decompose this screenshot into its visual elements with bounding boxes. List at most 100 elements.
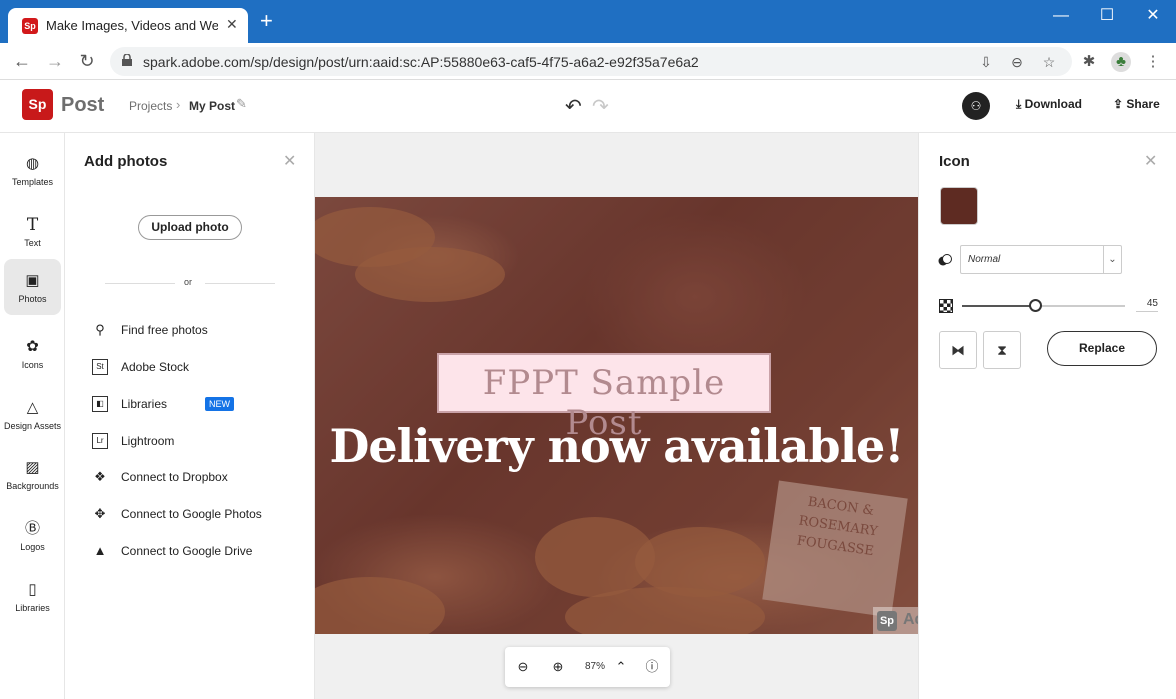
rail-label: Logos (20, 542, 45, 552)
breadcrumb-separator: › (176, 97, 181, 112)
url-text: spark.adobe.com/sp/design/post/urn:aaid:… (143, 54, 699, 70)
opacity-value[interactable]: 45 (1136, 298, 1158, 312)
flip-vertical-button[interactable]: ⧗ (983, 331, 1021, 369)
rail-item-templates[interactable]: ◍ Templates (4, 145, 61, 201)
chevron-up-icon[interactable]: ⌃ (612, 658, 630, 676)
share-icon: ⇪ (1113, 97, 1127, 111)
rail-item-backgrounds[interactable]: ▨ Backgrounds (4, 449, 61, 505)
rail-item-icons[interactable]: ✿ Icons (4, 328, 61, 384)
headline-text[interactable]: Delivery now available! (315, 419, 918, 473)
zoom-in-icon[interactable]: ⊕ (549, 658, 567, 676)
rail-label: Icons (21, 360, 44, 370)
new-tab-icon[interactable]: + (260, 10, 273, 32)
rail-item-design-assets[interactable]: △ Design Assets (4, 389, 61, 445)
zoom-toolbar: ⊖ ⊕ 87% ⌃ ⓘ (505, 647, 670, 687)
backgrounds-icon: ▨ (25, 459, 40, 476)
spark-logo[interactable]: Sp (22, 89, 53, 120)
address-bar[interactable]: spark.adobe.com/sp/design/post/urn:aaid:… (110, 47, 1072, 76)
rail-item-logos[interactable]: Ⓑ Logos (4, 510, 61, 566)
source-lightroom[interactable]: Lr Lightroom (92, 431, 292, 451)
app-name: Post (61, 94, 105, 116)
flip-horizontal-button[interactable]: ⧓ (939, 331, 977, 369)
extensions-icon[interactable]: ✱ (1079, 52, 1099, 72)
add-photos-panel: Add photos ✕ Upload photo or ⚲ Find free… (65, 133, 315, 699)
text-icon: T (26, 215, 39, 235)
rail-item-libraries[interactable]: ▯ Libraries (4, 571, 61, 627)
source-google-photos[interactable]: ✥ Connect to Google Photos (92, 504, 292, 524)
browser-tab[interactable]: Sp Make Images, Videos and Web St ✕ (8, 8, 248, 43)
rail-label: Backgrounds (6, 481, 59, 491)
breadcrumb-current[interactable]: My Post (189, 99, 235, 113)
rail-item-photos[interactable]: ▣ Photos (4, 259, 61, 315)
browser-toolbar: ← → ↻ spark.adobe.com/sp/design/post/urn… (0, 43, 1176, 80)
icon-properties-panel: Icon ✕ Normal ⌄ 45 ⧓ ⧗ Replace (918, 133, 1176, 699)
minimize-icon[interactable]: — (1038, 4, 1084, 28)
info-icon[interactable]: ⓘ (643, 658, 661, 676)
download-label: Download (1024, 97, 1082, 111)
source-dropbox[interactable]: ❖ Connect to Dropbox (92, 467, 292, 487)
blend-mode-icon (938, 254, 952, 266)
watermark-logo: Sp (877, 611, 897, 631)
panel-close-icon[interactable]: ✕ (1144, 151, 1157, 171)
blend-mode-select[interactable]: Normal ⌄ (960, 245, 1122, 274)
download-button[interactable]: ⤓ Download (1016, 97, 1082, 112)
rename-pencil-icon[interactable]: ✎ (236, 96, 247, 112)
chevron-down-icon: ⌄ (1103, 246, 1121, 273)
google-drive-icon: ▲ (93, 543, 107, 558)
forward-icon[interactable]: → (44, 50, 66, 72)
menu-icon[interactable]: ⋮ (1143, 52, 1163, 72)
panel-title: Add photos (84, 153, 168, 170)
back-icon[interactable]: ← (11, 50, 33, 72)
adobe-stock-icon: St (92, 359, 108, 375)
zoom-value[interactable]: 87% (585, 661, 605, 672)
window-close-icon[interactable]: ✕ (1130, 4, 1176, 28)
flip-horizontal-icon: ⧓ (951, 342, 965, 358)
opacity-slider-thumb[interactable] (1029, 299, 1043, 312)
color-swatch[interactable] (940, 187, 978, 225)
install-icon[interactable]: ⇩ (976, 52, 996, 72)
tab-close-icon[interactable]: ✕ (226, 16, 238, 33)
photos-icon: ▣ (25, 272, 40, 289)
rail-label: Templates (11, 177, 54, 187)
title-text-box[interactable]: FPPT Sample Post (437, 353, 771, 443)
source-find-free-photos[interactable]: ⚲ Find free photos (92, 320, 292, 340)
source-libraries[interactable]: ◧ Libraries NEW (92, 394, 292, 414)
undo-icon[interactable]: ↶ (565, 94, 582, 119)
post-artboard[interactable]: BACON & ROSEMARY FOUGASSE FPPT Sample Po… (315, 197, 918, 634)
download-icon: ⤓ (1016, 97, 1025, 111)
source-label: Adobe Stock (121, 360, 190, 374)
share-button[interactable]: ⇪ Share (1113, 97, 1160, 111)
lightroom-icon: Lr (92, 433, 108, 449)
redo-icon[interactable]: ↷ (592, 94, 609, 119)
maximize-icon[interactable]: ☐ (1084, 4, 1130, 28)
panel-title: Icon (939, 153, 970, 170)
profile-icon[interactable]: ♣ (1111, 52, 1131, 72)
share-label: Share (1126, 97, 1160, 111)
star-icon[interactable]: ☆ (1039, 52, 1059, 72)
rail-label: Photos (18, 294, 47, 304)
spark-watermark: Sp Ad (873, 607, 918, 634)
source-label: Find free photos (121, 323, 208, 337)
panel-close-icon[interactable]: ✕ (283, 151, 296, 171)
zoom-out-icon[interactable]: ⊖ (1007, 52, 1027, 72)
rail-item-text[interactable]: T Text (4, 206, 61, 262)
replace-button[interactable]: Replace (1047, 331, 1157, 366)
rail-label: Text (24, 238, 41, 248)
flip-vertical-icon: ⧗ (997, 342, 1007, 358)
source-adobe-stock[interactable]: St Adobe Stock (92, 357, 292, 377)
tab-title: Make Images, Videos and Web St (46, 18, 218, 33)
zoom-out-icon[interactable]: ⊖ (514, 658, 532, 676)
libraries-icon: ◧ (92, 396, 108, 412)
source-google-drive[interactable]: ▲ Connect to Google Drive (92, 541, 292, 561)
invite-user-icon[interactable]: ⚇ (962, 92, 990, 120)
reload-icon[interactable]: ↻ (76, 50, 98, 72)
lock-icon (122, 54, 132, 66)
templates-icon: ◍ (25, 155, 40, 172)
blend-mode-value: Normal (968, 254, 1001, 265)
favicon-icon: Sp (22, 18, 38, 34)
source-label: Lightroom (121, 434, 175, 448)
app-header: Sp Post Projects › My Post ✎ ↶ ↷ ⚇ ⤓ Dow… (0, 80, 1176, 133)
upload-photo-button[interactable]: Upload photo (138, 215, 242, 240)
canvas-area: BACON & ROSEMARY FOUGASSE FPPT Sample Po… (315, 133, 918, 699)
breadcrumb-projects[interactable]: Projects (129, 99, 172, 113)
